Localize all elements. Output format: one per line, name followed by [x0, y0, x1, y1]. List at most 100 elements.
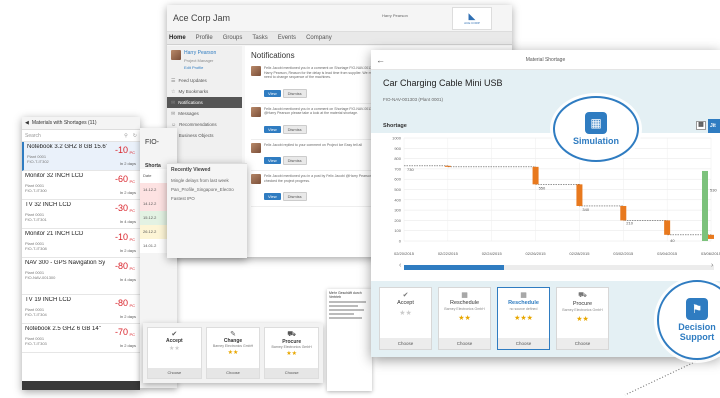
data-label: 210	[626, 220, 633, 225]
view-button[interactable]: View	[264, 157, 281, 164]
list-item[interactable]: Monitor 21 INCH LCD -10 PC Plant 0001 FIO-T-…	[22, 229, 140, 258]
nav-company[interactable]: Company	[306, 35, 332, 41]
dismiss-button[interactable]: Dismiss	[282, 124, 307, 134]
material-name: Monitor 32 INCH LCD	[25, 173, 84, 179]
material-name: Notebook 2.5 GHZ 6 GB 14"	[25, 326, 101, 332]
list-item[interactable]: TV 32 INCH LCD -30 PC Plant 0001 FIO-T-IT301…	[22, 200, 140, 229]
avatar[interactable]	[251, 106, 261, 117]
shortage-unit: PC	[129, 266, 135, 271]
action-card-change[interactable]: ✎ Change Barney Electronics GmbH ★★ Choose	[205, 327, 261, 379]
x-tick-label: 03/06/2015	[701, 251, 720, 256]
sidebar-item-feed-updates[interactable]: ☰ Feed Updates	[167, 75, 242, 86]
scroll-right-icon[interactable]: ›	[711, 262, 713, 269]
choose-button[interactable]: Choose	[380, 338, 431, 349]
scrollbar-thumb[interactable]	[404, 265, 504, 270]
avatar[interactable]	[251, 142, 261, 153]
action-card-accept[interactable]: ✔ Accept ★★ Choose	[379, 287, 432, 350]
choose-button[interactable]: Choose	[557, 338, 608, 349]
tab-jit[interactable]: Jit	[708, 119, 720, 133]
sidebar-item-my-bookmarks[interactable]: ☆ My Bookmarks	[167, 86, 242, 97]
profile-name[interactable]: Harry Pearson	[184, 50, 216, 57]
y-tick-label: 500	[394, 187, 401, 192]
choose-button[interactable]: Choose	[265, 368, 319, 378]
nav-tasks[interactable]: Tasks	[252, 35, 267, 41]
shortage-value: -30	[114, 203, 128, 213]
notification-text: Felix Jacobi replied to your comment on …	[264, 142, 363, 147]
avatar[interactable]	[171, 50, 181, 60]
choose-button[interactable]: Choose	[439, 338, 490, 349]
materials-search[interactable]: Search ⚲ ↻	[22, 130, 140, 142]
view-button[interactable]: View	[264, 125, 281, 133]
sidebar-item-recommendations[interactable]: ☺ Recommendations	[167, 119, 242, 130]
choose-button[interactable]: Choose	[148, 368, 201, 378]
choose-button[interactable]: Choose	[498, 338, 549, 349]
rating-stars: ★★	[576, 315, 589, 323]
y-tick-label: 1000	[392, 136, 402, 141]
sidebar-item-label: My Bookmarks	[178, 89, 209, 94]
dismiss-button[interactable]: Dismiss	[282, 88, 307, 98]
jam-user-name[interactable]: Harry Pearson	[382, 13, 408, 18]
recent-item[interactable]: Pan_Profile_Singapore_Electro	[167, 185, 247, 194]
sidebar-item-business-objects[interactable]: ▣Business Objects	[167, 130, 242, 141]
shortage-value: -80	[114, 298, 128, 308]
nav-events[interactable]: Events	[278, 35, 296, 41]
sidebar-item-messages[interactable]: ✉ Messages	[167, 108, 242, 119]
dismiss-button[interactable]: Dismiss	[282, 156, 307, 165]
menu-icon: ☺	[171, 121, 177, 128]
rating-stars: ★★	[399, 310, 412, 317]
nav-profile[interactable]: Profile	[196, 35, 213, 41]
recent-item[interactable]: Fastest IPO	[167, 194, 247, 203]
rating-stars: ★★	[168, 346, 180, 352]
chart-scrollbar[interactable]	[404, 265, 714, 270]
edit-profile-link[interactable]: Edit Profile	[184, 64, 216, 71]
search-input[interactable]: Search	[25, 133, 41, 139]
doc-line	[329, 301, 366, 303]
avatar[interactable]	[251, 66, 261, 76]
sidebar-item-label: Messages	[178, 111, 199, 116]
view-button[interactable]: View	[264, 193, 281, 200]
shortage-bar	[620, 205, 627, 221]
signpost-icon: ⚑	[686, 298, 708, 320]
x-tick-label: 02/20/2015	[394, 251, 415, 256]
jam-title: Ace Corp Jam	[173, 13, 231, 23]
logo-icon: ◣	[468, 11, 476, 21]
list-item[interactable]: TV 19 INCH LCD -80 PC Plant 0001 FIO-T-IT304…	[22, 295, 140, 324]
list-item[interactable]: NAV 300 - GPS Navigation System-80PCPlan…	[22, 258, 140, 295]
action-card-reschedule[interactable]: ▦ Reschedule no source defined ★★★ Choose	[497, 287, 550, 350]
recently-viewed-panel: Recently Viewed Mingle delays from last …	[167, 163, 247, 258]
list-item[interactable]: Notebook 3.2 GHZ 8 GB 15.6" -10 PC Plant 00…	[22, 142, 140, 171]
y-tick-label: 600	[394, 177, 401, 182]
action-card-procure[interactable]: ⛟ Procure Barney Electronics GmbH ★★ Choose	[556, 287, 609, 350]
notification-text: Felix Jacobi mentioned you in a comment …	[264, 66, 381, 79]
decision-label-line1: Decision	[678, 322, 716, 332]
profile-role: Project Manager	[184, 58, 214, 63]
data-label: 340	[582, 207, 589, 212]
list-item[interactable]: Monitor 32 INCH LCD -60 PC Plant 0001 FIO-T-…	[22, 171, 140, 200]
list-item[interactable]: Notebook 2.5 GHZ 6 GB 14" -70 PC Plant 0001…	[22, 324, 140, 353]
notification-text: Felix Jacobi mentioned you in a post by …	[264, 174, 381, 183]
refresh-icon[interactable]: ↻	[133, 133, 137, 139]
document-thumbnail[interactable]: Mehr Geschäft durch Vertrieb	[327, 289, 372, 391]
sidebar-item-notifications[interactable]: ✉ Notifications	[167, 97, 242, 108]
back-arrow-icon[interactable]: ◀	[25, 120, 29, 126]
nav-home[interactable]: Home	[169, 35, 186, 41]
shortage-section-label: Shortage	[383, 123, 407, 129]
shortage-bar	[576, 184, 583, 206]
notification-buttons: View Dismiss	[264, 82, 384, 100]
shortage-bar	[444, 165, 451, 167]
rating-stars: ★★★	[514, 314, 533, 322]
action-card-reschedule[interactable]: ▦ Reschedule Barney Electronics GmbH ★★ Choo…	[438, 287, 491, 350]
action-card-procure[interactable]: ⛟ Procure Barney Electronics GmbH ★★ Choose	[264, 327, 320, 379]
dismiss-button[interactable]: Dismiss	[282, 192, 307, 201]
choose-button[interactable]: Choose	[206, 368, 260, 378]
recent-item[interactable]: Mingle delays from last week	[167, 176, 247, 185]
view-button[interactable]: View	[264, 89, 281, 97]
table-view-icon[interactable]: ▦	[696, 121, 706, 130]
shortage-unit: PC	[129, 237, 135, 242]
back-arrow-icon[interactable]: ←	[376, 55, 385, 65]
avatar[interactable]	[251, 174, 261, 184]
search-icon[interactable]: ⚲	[124, 133, 128, 139]
action-card-accept[interactable]: ✔ Accept ★★ Choose	[147, 327, 202, 379]
nav-groups[interactable]: Groups	[223, 35, 243, 41]
scroll-left-icon[interactable]: ‹	[399, 262, 401, 269]
